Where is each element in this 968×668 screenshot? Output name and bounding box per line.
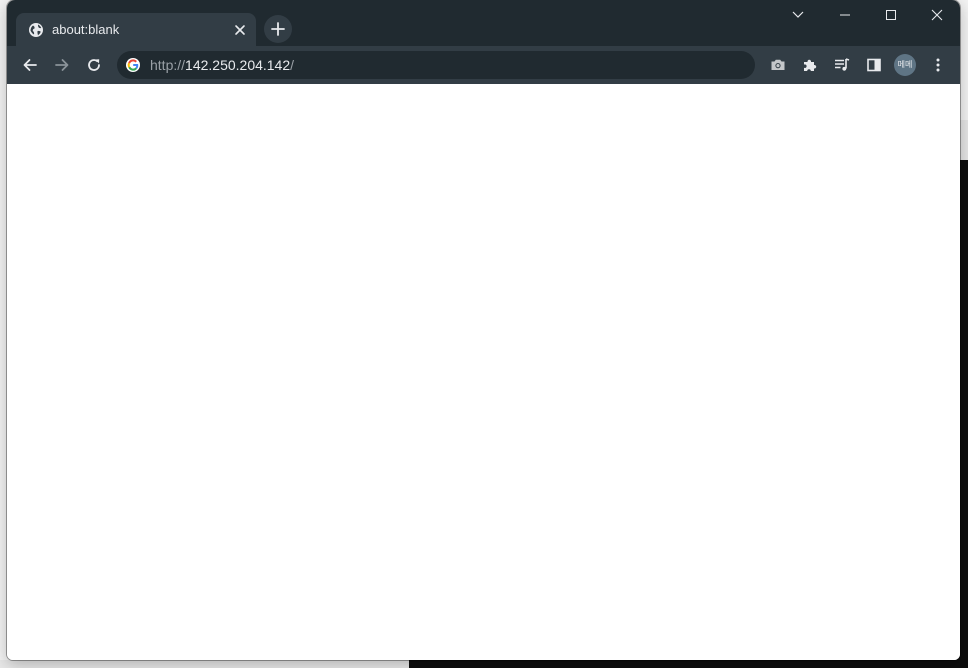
plus-icon [271,22,285,36]
globe-icon [28,22,44,38]
arrow-left-icon [23,59,37,71]
page-content[interactable] [7,84,960,660]
toolbar: http://142.250.204.142/ 메메 [7,46,960,84]
reload-icon [88,59,100,71]
tab-strip: about:blank [7,0,960,47]
close-icon [931,9,943,21]
address-bar[interactable]: http://142.250.204.142/ [117,51,755,79]
tab-title: about:blank [52,22,120,37]
chevron-down-icon [792,11,804,18]
tab-active[interactable]: about:blank [16,13,256,47]
google-icon [125,57,141,73]
browser-window: about:blank http://142.250.204.142/ 메메 [7,0,960,660]
reload-button[interactable] [80,51,108,79]
url-path: / [290,57,295,73]
url-host: 142.250.204.142 [185,57,291,73]
puzzle-icon [804,59,817,71]
background-light-window [0,660,409,668]
close-icon[interactable] [232,22,248,38]
close-window-button[interactable] [914,0,960,30]
tab-search-button[interactable] [775,0,821,30]
url-text: http://142.250.204.142/ [150,57,294,73]
extensions-button[interactable] [796,51,824,79]
reading-list-icon [835,58,850,71]
screenshot-button[interactable] [764,51,792,79]
back-button[interactable] [16,51,44,79]
side-panel-button[interactable] [860,51,888,79]
forward-button[interactable] [48,51,76,79]
camera-icon [771,59,785,70]
new-tab-button[interactable] [264,15,292,43]
menu-button[interactable] [924,51,952,79]
avatar[interactable]: 메메 [894,54,916,76]
background-window-edge [960,120,968,160]
minimize-icon [840,14,850,16]
side-panel-icon [867,58,881,72]
kebab-menu-icon [936,58,940,72]
reading-list-button[interactable] [828,51,856,79]
maximize-icon [886,10,896,20]
minimize-button[interactable] [822,0,868,30]
url-scheme: http:// [150,57,186,73]
arrow-right-icon [55,59,69,71]
maximize-button[interactable] [868,0,914,30]
